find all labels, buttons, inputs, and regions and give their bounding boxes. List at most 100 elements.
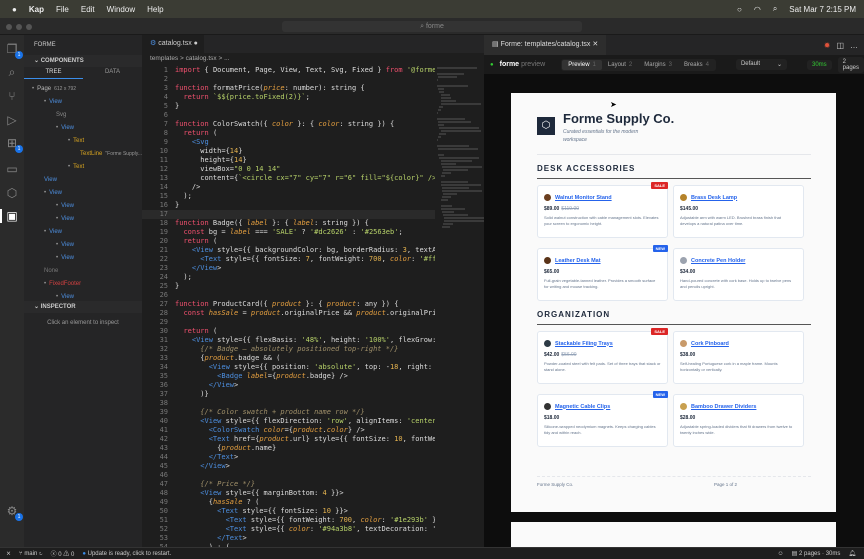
pdf-page-1[interactable]: ⬡ Forme Supply Co. Curated essentials fo… xyxy=(511,93,836,512)
code-line[interactable]: 29 xyxy=(142,318,435,327)
copilot-icon[interactable]: ☺ xyxy=(778,551,784,557)
tree-node[interactable]: TextLine "Forme Supply... xyxy=(24,148,142,161)
product-name-link[interactable]: Brass Desk Lamp xyxy=(691,195,737,201)
split-editor-icon[interactable]: ◫ xyxy=(836,41,844,50)
command-search[interactable]: ⌕ forme xyxy=(282,21,582,32)
code-line[interactable]: 8 return ( xyxy=(142,129,435,138)
code-line[interactable]: 19 const bg = label === 'SALE' ? '#dc262… xyxy=(142,228,435,237)
tab-catalog-tsx[interactable]: ⚙ catalog.tsx ● xyxy=(142,35,204,53)
code-line[interactable]: 17 xyxy=(142,210,435,219)
search-icon[interactable]: ⌕ xyxy=(5,65,19,79)
code-line[interactable]: 51 <Text style={{ fontWeight: 700, color… xyxy=(142,516,435,525)
update-notice[interactable]: ● Update is ready, click to restart. xyxy=(82,551,171,557)
code-line[interactable]: 44 </Text> xyxy=(142,453,435,462)
remote-explorer-icon[interactable]: ▭ xyxy=(5,162,19,176)
code-line[interactable]: 47 {/* Price */} xyxy=(142,480,435,489)
code-line[interactable]: 10 width={14} xyxy=(142,147,435,156)
problems[interactable]: ⓧ 0 ⚠ 0 xyxy=(51,549,75,558)
minimap[interactable] xyxy=(437,66,485,266)
record-icon[interactable]: ○ xyxy=(737,5,742,14)
code-line[interactable]: 36 </View> xyxy=(142,381,435,390)
code-line[interactable]: 14 /> xyxy=(142,183,435,192)
code-line[interactable]: 28 const hasSale = product.originalPrice… xyxy=(142,309,435,318)
maximize-window-button[interactable] xyxy=(26,24,32,30)
tree-node[interactable]: • View xyxy=(24,252,142,265)
tree-node[interactable]: • Text xyxy=(24,161,142,174)
branch[interactable]: ⑂ main ↻ xyxy=(19,551,43,557)
code-line[interactable]: 11 height={14} xyxy=(142,156,435,165)
code-line[interactable]: 22 <Text style={{ fontSize: 7, fontWeigh… xyxy=(142,255,435,264)
remote-icon[interactable]: ⨯ xyxy=(6,550,11,557)
tree-node[interactable]: • Text xyxy=(24,135,142,148)
debug-icon[interactable]: ✹ xyxy=(824,41,831,50)
code-line[interactable]: 12 viewBox="0 0 14 14" xyxy=(142,165,435,174)
tab-forme-preview[interactable]: ▤ Forme: templates/catalog.tsx ✕ xyxy=(484,35,607,55)
clock[interactable]: Sat Mar 7 2:15 PM xyxy=(789,5,856,14)
code-line[interactable]: 26 xyxy=(142,291,435,300)
product-name-link[interactable]: Leather Desk Mat xyxy=(555,258,601,264)
code-line[interactable]: 2 xyxy=(142,75,435,84)
more-actions-icon[interactable]: … xyxy=(850,41,858,50)
search-icon[interactable]: ⌕ xyxy=(773,4,777,14)
code-line[interactable]: 25} xyxy=(142,282,435,291)
settings-icon[interactable]: ⚙ 1 xyxy=(5,504,23,521)
code-line[interactable]: 18 function Badge({ label }: { label: str… xyxy=(142,219,435,228)
explorer-icon[interactable]: ❐ 1 xyxy=(5,42,23,59)
code-line[interactable]: 3 function formatPrice(price: number): st… xyxy=(142,84,435,93)
code-line[interactable]: 20 return ( xyxy=(142,237,435,246)
tree-node[interactable]: • View xyxy=(24,226,142,239)
code-line[interactable]: 9 <Svg xyxy=(142,138,435,147)
code-line[interactable]: 39 {/* Color swatch + product name row *… xyxy=(142,408,435,417)
code-line[interactable]: 6 xyxy=(142,111,435,120)
code-line[interactable]: 50 <Text style={{ fontSize: 10 }}> xyxy=(142,507,435,516)
tree-node[interactable]: • View xyxy=(24,122,142,135)
menu-app[interactable]: Kap xyxy=(29,5,44,14)
product-name-link[interactable]: Concrete Pen Holder xyxy=(691,258,745,264)
inspector-section-header[interactable]: ⌄ INSPECTOR xyxy=(24,301,142,313)
tab-data[interactable]: DATA xyxy=(83,67,142,79)
code-line[interactable]: 30 return ( xyxy=(142,327,435,336)
run-debug-icon[interactable]: ▷ xyxy=(5,113,19,127)
code-line[interactable]: 5} xyxy=(142,102,435,111)
tree-node[interactable]: • View xyxy=(24,213,142,226)
code-line[interactable]: 16} xyxy=(142,201,435,210)
close-window-button[interactable] xyxy=(6,24,12,30)
code-line[interactable]: 32 {/* Badge — absolutely positioned top… xyxy=(142,345,435,354)
source-control-icon[interactable]: ⑂ xyxy=(5,89,19,103)
tree-node[interactable]: View xyxy=(24,174,142,187)
code-line[interactable]: 27 function ProductCard({ product }: { pr… xyxy=(142,300,435,309)
code-line[interactable]: 13 content={`<circle cx="7" cy="7" r="6"… xyxy=(142,174,435,183)
notifications-icon[interactable]: 🔔︎ xyxy=(848,550,856,557)
breadcrumb[interactable]: templates > catalog.tsx > ... xyxy=(142,53,484,64)
extensions-icon[interactable]: ⊞ 1 xyxy=(5,136,23,153)
code-line[interactable]: 48 <View style={{ marginBottom: 4 }}> xyxy=(142,489,435,498)
product-name-link[interactable]: Cork Pinboard xyxy=(691,341,729,347)
wifi-icon[interactable]: ◠ xyxy=(754,5,761,14)
unsaved-dot-icon[interactable]: ● xyxy=(194,40,198,47)
code-line[interactable]: 46 xyxy=(142,471,435,480)
code-line[interactable]: 49 {hasSale ? ( xyxy=(142,498,435,507)
preset-select[interactable]: Default ⌄ xyxy=(735,59,787,70)
code-line[interactable]: 45 </View> xyxy=(142,462,435,471)
code-line[interactable]: 1 import { Document, Page, View, Text, Sv… xyxy=(142,66,435,75)
tree-node[interactable]: • View xyxy=(24,96,142,109)
code-line[interactable]: 35 <Badge label={product.badge} /> xyxy=(142,372,435,381)
package-icon[interactable]: ⬡ xyxy=(5,186,19,200)
code-line[interactable]: 41 <ColorSwatch color={product.color} /> xyxy=(142,426,435,435)
tree-node[interactable]: • FixedFooter xyxy=(24,278,142,291)
tab-tree[interactable]: TREE xyxy=(24,67,83,79)
code-line[interactable]: 52 <Text style={{ color: '#94a3b8', text… xyxy=(142,525,435,534)
code-line[interactable]: 7 function ColorSwatch({ color }: { color… xyxy=(142,120,435,129)
minimize-window-button[interactable] xyxy=(16,24,22,30)
code-line[interactable]: 31 <View style={{ flexBasis: '48%', heig… xyxy=(142,336,435,345)
code-line[interactable]: 23 </View> xyxy=(142,264,435,273)
code-line[interactable]: 38 xyxy=(142,399,435,408)
mode-breaks[interactable]: Breaks 4 xyxy=(678,60,715,70)
tree-node[interactable]: • View xyxy=(24,200,142,213)
tree-node[interactable]: None xyxy=(24,265,142,278)
product-name-link[interactable]: Bamboo Drawer Dividers xyxy=(691,404,756,410)
forme-icon[interactable]: ▣ xyxy=(0,209,22,223)
code-line[interactable]: 15 ); xyxy=(142,192,435,201)
tree-node[interactable]: • Page 612 x 792 xyxy=(24,83,142,96)
product-name-link[interactable]: Stackable Filing Trays xyxy=(555,341,613,347)
